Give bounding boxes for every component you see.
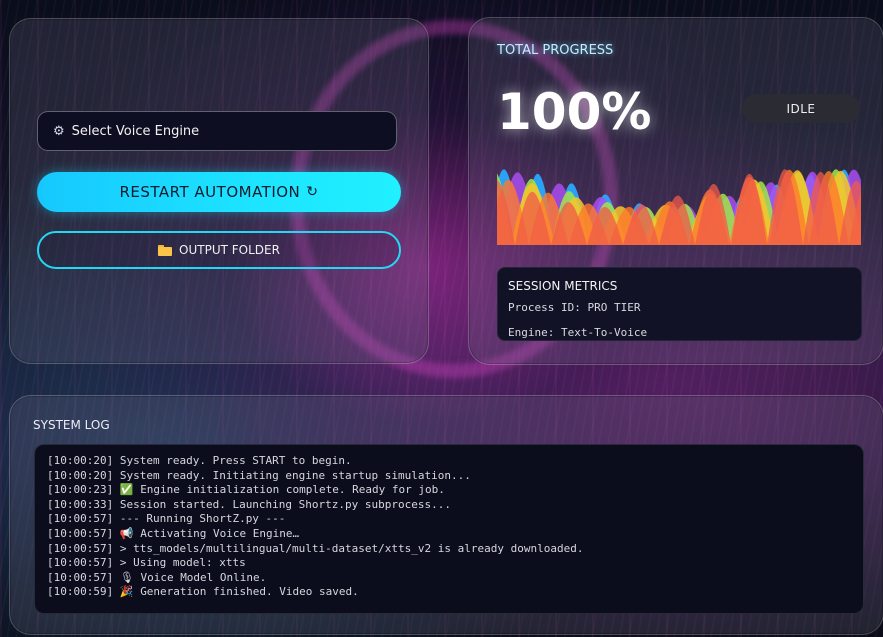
log-message: System ready. Press START to begin. [119, 454, 352, 467]
audio-waveform-visualizer [497, 165, 861, 245]
log-line: [10:00:59] 🎉 Generation finished. Video … [47, 585, 851, 600]
log-line: [10:00:20] System ready. Press START to … [47, 454, 851, 469]
log-timestamp: [10:00:57] [47, 556, 114, 570]
log-timestamp: [10:00:57] [47, 541, 114, 555]
output-folder-label: OUTPUT FOLDER [179, 243, 280, 257]
log-emoji-icon: 📢 [119, 526, 134, 540]
session-metrics-title: SESSION METRICS [508, 279, 618, 293]
log-timestamp: [10:00:33] [47, 497, 114, 511]
restart-automation-label: RESTART AUTOMATION [119, 183, 301, 201]
log-line: [10:00:57] 📢 Activating Voice Engine… [47, 527, 851, 542]
log-message: Session started. Launching Shortz.py sub… [119, 497, 451, 511]
voice-engine-select-label: Select Voice Engine [71, 123, 200, 139]
log-timestamp: [10:00:20] [47, 468, 114, 482]
progress-panel: TOTAL PROGRESS 100% IDLE SESSION METRICS… [468, 17, 883, 365]
log-message: Generation finished. Video saved. [140, 585, 359, 599]
log-message: System ready. Initiating engine startup … [119, 468, 471, 482]
log-line: [10:00:57] 🎙 Voice Model Online. [47, 571, 851, 586]
log-line: [10:00:20] System ready. Initiating engi… [47, 469, 851, 484]
log-line: [10:00:57] > tts_models/multilingual/mul… [47, 542, 851, 557]
progress-title: TOTAL PROGRESS [497, 43, 614, 58]
session-metrics-card: SESSION METRICS Process ID: PRO TIER Eng… [497, 267, 862, 341]
log-timestamp: [10:00:57] [47, 526, 114, 540]
log-message: > tts_models/multilingual/multi-dataset/… [119, 541, 584, 555]
restart-automation-button[interactable]: RESTART AUTOMATION ↻ [37, 172, 401, 212]
log-message: --- Running ShortZ.py --- [119, 512, 286, 526]
log-line: [10:00:23] ✅ Engine initialization compl… [47, 483, 851, 498]
engine-text: Engine: Text-To-Voice [508, 326, 648, 339]
log-line: [10:00:57] > Using model: xtts [47, 556, 851, 571]
log-emoji-icon: 🎉 [119, 585, 134, 599]
system-log-output[interactable]: [10:00:20] System ready. Press START to … [34, 444, 864, 614]
log-message: > Using model: xtts [119, 556, 246, 570]
log-timestamp: [10:00:59] [47, 585, 114, 599]
process-id-text: Process ID: PRO TIER [508, 301, 641, 314]
refresh-icon: ↻ [306, 184, 319, 200]
output-folder-button[interactable]: OUTPUT FOLDER [37, 231, 401, 269]
log-timestamp: [10:00:57] [47, 570, 114, 584]
log-timestamp: [10:00:23] [47, 483, 114, 497]
log-message: Engine initialization complete. Ready fo… [140, 483, 445, 497]
log-emoji-icon: ✅ [119, 483, 134, 497]
system-log-title: SYSTEM LOG [33, 418, 110, 432]
gear-icon: ⚙ [53, 123, 65, 139]
log-timestamp: [10:00:20] [47, 454, 114, 467]
log-line: [10:00:57] --- Running ShortZ.py --- [47, 512, 851, 527]
log-line: [10:00:33] Session started. Launching Sh… [47, 498, 851, 513]
system-log-panel: SYSTEM LOG [10:00:20] System ready. Pres… [9, 395, 883, 635]
log-emoji-icon: 🎙 [119, 570, 134, 584]
folder-icon [158, 244, 173, 256]
voice-engine-select[interactable]: ⚙ Select Voice Engine [37, 111, 397, 151]
control-panel: ⚙ Select Voice Engine RESTART AUTOMATION… [9, 18, 429, 364]
log-message: Activating Voice Engine… [140, 526, 300, 540]
progress-percentage: 100% [497, 83, 652, 141]
log-message: Voice Model Online. [140, 570, 267, 584]
log-timestamp: [10:00:57] [47, 512, 114, 526]
status-badge: IDLE [742, 94, 860, 123]
